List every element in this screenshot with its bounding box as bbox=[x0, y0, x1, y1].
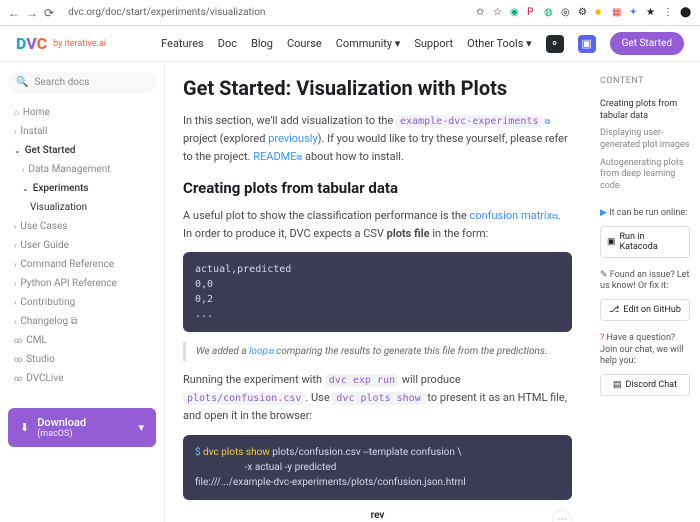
sidebar-item-get-started[interactable]: ⌄Get Started bbox=[8, 141, 156, 160]
toc-note: ✎ Found an issue? Let us know! Or fix it… bbox=[600, 270, 690, 293]
sidebar-item-dvclive[interactable]: ∞DVCLive bbox=[8, 369, 156, 388]
discord-chat-button[interactable]: ▤Discord Chat bbox=[600, 374, 690, 396]
page-title: Get Started: Visualization with Plots bbox=[183, 76, 572, 100]
table-of-contents: CONTENT Creating plots from tabular data… bbox=[590, 62, 700, 522]
nav-doc[interactable]: Doc bbox=[218, 37, 237, 50]
external-link-icon[interactable]: ⧉ bbox=[543, 117, 551, 126]
search-icon: 🔍 bbox=[16, 77, 28, 88]
sidebar-item-changelog[interactable]: ›Changelog ⧉ bbox=[8, 312, 156, 331]
forward-icon[interactable]: → bbox=[26, 6, 38, 20]
browser-chrome-bar: ← → ⟳ dvc.org/doc/start/experiments/visu… bbox=[0, 0, 700, 26]
section-heading: Creating plots from tabular data bbox=[183, 179, 572, 197]
github-icon[interactable]: ⚬ bbox=[546, 35, 564, 53]
toc-item[interactable]: Displaying user-generated plot images bbox=[600, 125, 690, 154]
search-input[interactable]: 🔍 Search docs bbox=[8, 72, 156, 93]
nav-community[interactable]: Community ▾ bbox=[336, 37, 401, 50]
reload-icon[interactable]: ⟳ bbox=[44, 6, 54, 20]
sidebar-item-data-management[interactable]: ›Data Management bbox=[8, 160, 156, 179]
top-nav: Features Doc Blog Course Community ▾ Sup… bbox=[161, 32, 684, 55]
play-icon: ▣ bbox=[607, 237, 616, 247]
confusion-matrix-chart: ⋯ rev workspace 0 849 2 15 13 1 0 80 0 2… bbox=[183, 510, 572, 522]
note-block: We added a loop⧉ comparing the results t… bbox=[183, 342, 572, 361]
site-header: DVC by iterative.ai Features Doc Blog Co… bbox=[0, 26, 700, 62]
toc-header: CONTENT bbox=[600, 76, 690, 86]
by-line: by iterative.ai bbox=[53, 39, 106, 49]
main-content: Get Started: Visualization with Plots In… bbox=[165, 62, 590, 522]
github-icon: ⎇ bbox=[609, 305, 619, 315]
code-dvc-exp-run: dvc exp run bbox=[325, 374, 399, 387]
sidebar-item-user-guide[interactable]: ›User Guide bbox=[8, 236, 156, 255]
nav-features[interactable]: Features bbox=[161, 37, 204, 50]
toc-note: ▶ It can be run online: bbox=[600, 208, 690, 220]
get-started-button[interactable]: Get Started bbox=[610, 32, 684, 55]
link-confusion-matrix[interactable]: confusion matrix bbox=[470, 209, 553, 222]
url-bar[interactable]: dvc.org/doc/start/experiments/visualizat… bbox=[60, 7, 470, 18]
back-icon[interactable]: ← bbox=[8, 6, 20, 20]
code-confusion-csv: plots/confusion.csv bbox=[183, 392, 305, 405]
intro-paragraph: In this section, we'll add visualization… bbox=[183, 112, 572, 165]
docs-sidebar: 🔍 Search docs ⌂Home ›Install ⌄Get Starte… bbox=[0, 62, 165, 522]
code-block-command: $ dvc plots show plots/confusion.csv --t… bbox=[183, 435, 572, 500]
nav-support[interactable]: Support bbox=[414, 37, 453, 50]
sidebar-item-visualization[interactable]: Visualization bbox=[8, 198, 156, 217]
discord-icon[interactable]: ▣ bbox=[578, 35, 596, 53]
download-icon: ⬇ bbox=[20, 421, 29, 434]
sidebar-item-home[interactable]: ⌂Home bbox=[8, 103, 156, 122]
toc-note: ? Have a question? Join our chat, we wil… bbox=[600, 333, 690, 368]
sidebar-item-studio[interactable]: ∞Studio bbox=[8, 350, 156, 369]
download-button[interactable]: ⬇ Download (macOS) ▾ bbox=[8, 408, 156, 447]
toc-item[interactable]: Autogenerating plots from deep learning … bbox=[600, 155, 690, 196]
nav-course[interactable]: Course bbox=[287, 37, 322, 50]
chat-icon: ▤ bbox=[613, 380, 622, 390]
link-readme[interactable]: README bbox=[253, 150, 296, 163]
sidebar-item-install[interactable]: ›Install bbox=[8, 122, 156, 141]
nav-blog[interactable]: Blog bbox=[251, 37, 273, 50]
extension-icons: ✩☆◉P◍◎⚙■▦✦★⋮⬤ bbox=[476, 7, 692, 19]
sidebar-item-cml[interactable]: ∞CML bbox=[8, 331, 156, 350]
chart-title: rev bbox=[183, 510, 572, 521]
code-block-csv: actual,predicted 0,0 0,2 ... bbox=[183, 252, 572, 332]
paragraph: A useful plot to show the classification… bbox=[183, 207, 572, 242]
sidebar-item-use-cases[interactable]: ›Use Cases bbox=[8, 217, 156, 236]
sidebar-item-contributing[interactable]: ›Contributing bbox=[8, 293, 156, 312]
link-previously[interactable]: previously bbox=[268, 132, 317, 145]
link-loop[interactable]: loop bbox=[249, 346, 268, 357]
code-dvc-plots-show: dvc plots show bbox=[332, 392, 424, 405]
chevron-down-icon: ▾ bbox=[138, 421, 144, 434]
code-example-project: example-dvc-experiments bbox=[396, 115, 542, 128]
sidebar-item-python-api[interactable]: ›Python API Reference bbox=[8, 274, 156, 293]
paragraph: Running the experiment with dvc exp run … bbox=[183, 371, 572, 425]
run-katacoda-button[interactable]: ▣Run in Katacoda bbox=[600, 226, 690, 258]
logo[interactable]: DVC bbox=[16, 34, 47, 53]
edit-github-button[interactable]: ⎇Edit on GitHub bbox=[600, 299, 690, 321]
toc-item[interactable]: Creating plots from tabular data bbox=[600, 96, 690, 125]
sidebar-item-experiments[interactable]: ⌄Experiments bbox=[8, 179, 156, 198]
nav-other-tools[interactable]: Other Tools ▾ bbox=[467, 37, 531, 50]
sidebar-item-command-ref[interactable]: ›Command Reference bbox=[8, 255, 156, 274]
